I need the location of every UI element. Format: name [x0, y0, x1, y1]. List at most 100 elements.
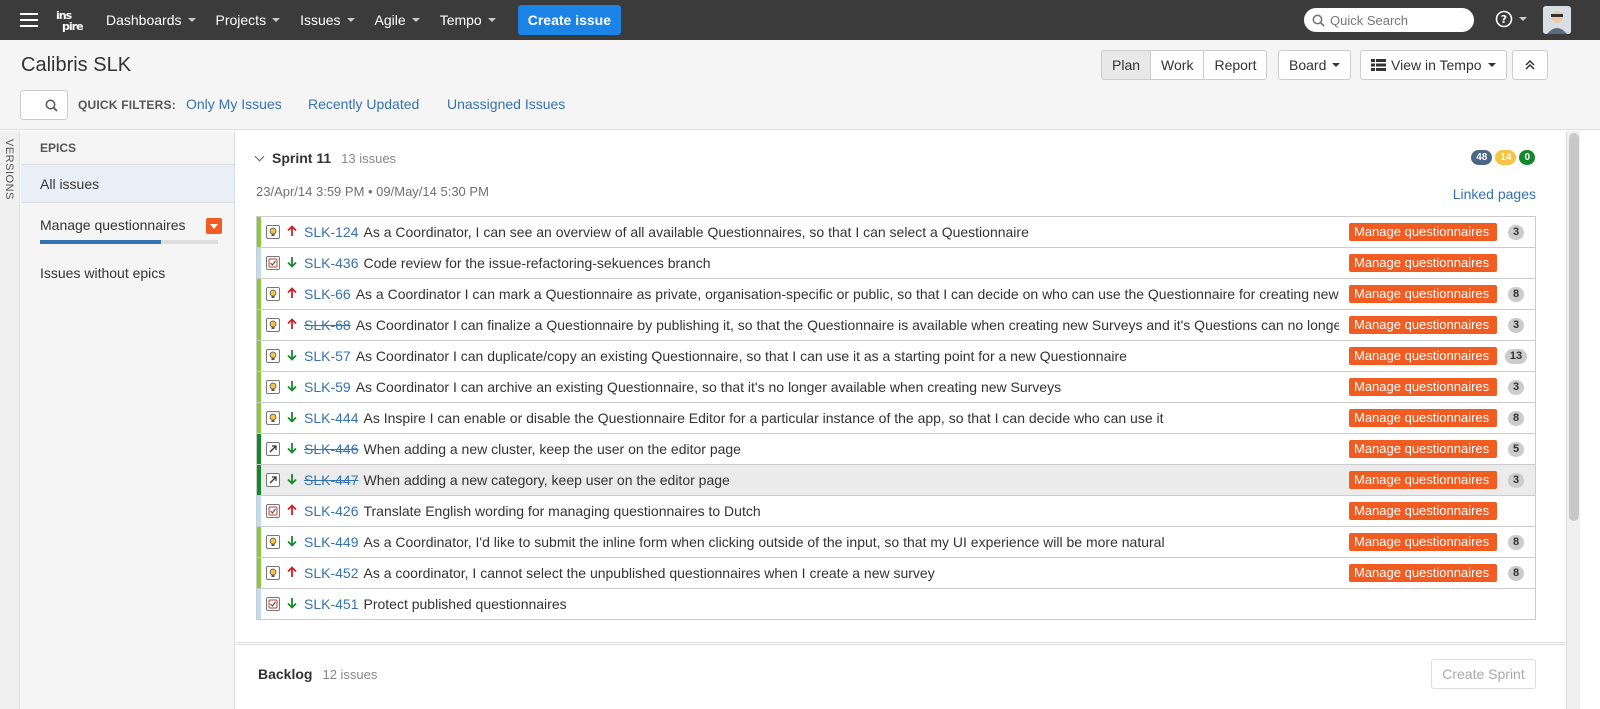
quick-search-input[interactable] [1330, 12, 1465, 28]
issue-type-color-bar[interactable] [257, 279, 261, 309]
issue-key-link[interactable]: SLK-124 [304, 224, 358, 240]
plan-mode-button[interactable]: Plan [1102, 51, 1151, 79]
issue-row[interactable]: SLK-446 When adding a new cluster, keep t… [257, 434, 1535, 465]
issue-key-link[interactable]: SLK-444 [304, 410, 358, 426]
issue-type-color-bar[interactable] [257, 434, 261, 464]
report-mode-button[interactable]: Report [1203, 51, 1266, 79]
collapse-button-inner[interactable] [1513, 51, 1547, 79]
in-progress-estimate-badge: 14 [1495, 150, 1517, 165]
issue-key-link[interactable]: SLK-68 [304, 317, 351, 333]
issue-row[interactable]: SLK-59 As Coordinator I can archive an ex… [257, 372, 1535, 403]
issue-row[interactable]: SLK-66 As a Coordinator I can mark a Ques… [257, 279, 1535, 310]
issue-key-link[interactable]: SLK-57 [304, 348, 351, 364]
epic-filter-issues-without-epics[interactable]: Issues without epics [21, 253, 234, 293]
issue-row[interactable]: SLK-447 When adding a new category, keep … [257, 465, 1535, 496]
epic-lozenge[interactable]: Manage questionnaires [1349, 316, 1497, 334]
collapse-chevron-icon[interactable] [254, 151, 265, 161]
linked-pages-link[interactable]: Linked pages [1453, 186, 1536, 202]
issue-type-color-bar[interactable] [257, 496, 261, 526]
issue-key-link[interactable]: SLK-446 [304, 441, 358, 457]
issue-type-color-bar[interactable] [257, 465, 261, 495]
issue-type-color-bar[interactable] [257, 217, 261, 247]
nav-dashboards-menu[interactable]: Dashboards [106, 12, 196, 28]
epic-lozenge[interactable]: Manage questionnaires [1349, 378, 1497, 396]
story-icon [266, 225, 280, 239]
view-in-tempo-button[interactable]: View in Tempo [1361, 51, 1506, 79]
epic-lozenge[interactable]: Manage questionnaires [1349, 440, 1497, 458]
issue-type-color-bar[interactable] [257, 341, 261, 371]
backlog-header: Backlog 12 issues [258, 666, 377, 682]
issue-row[interactable]: SLK-68 As Coordinator I can finalize a Qu… [257, 310, 1535, 341]
issue-row[interactable]: SLK-449 As a Coordinator, I'd like to sub… [257, 527, 1535, 558]
create-issue-button[interactable]: Create issue [517, 5, 621, 35]
divider [236, 642, 1566, 643]
chevron-down-icon [1487, 63, 1496, 67]
epic-lozenge[interactable]: Manage questionnaires [1349, 223, 1497, 241]
quick-filter-recently-updated[interactable]: Recently Updated [308, 96, 419, 112]
issue-key-link[interactable]: SLK-452 [304, 565, 358, 581]
create-sprint-button[interactable]: Create Sprint [1431, 659, 1536, 689]
view-in-tempo-dropdown[interactable]: View in Tempo [1360, 50, 1507, 80]
epic-filter-all-issues[interactable]: All issues [21, 165, 234, 203]
issue-row[interactable]: SLK-452 As a coordinator, I cannot select… [257, 558, 1535, 589]
priority-high-icon [286, 565, 298, 581]
work-mode-button[interactable]: Work [1150, 51, 1203, 79]
nav-issues-menu[interactable]: Issues [300, 12, 355, 28]
nav-agile-menu[interactable]: Agile [375, 12, 420, 28]
issue-key-link[interactable]: SLK-59 [304, 379, 351, 395]
issue-row[interactable]: SLK-426 Translate English wording for man… [257, 496, 1535, 527]
issue-key-link[interactable]: SLK-436 [304, 255, 358, 271]
estimate-cell: 3 [1503, 379, 1529, 395]
epic-lozenge[interactable]: Manage questionnaires [1349, 564, 1497, 582]
issue-type-color-bar[interactable] [257, 589, 261, 619]
nav-projects-menu[interactable]: Projects [216, 12, 281, 28]
task-icon [266, 597, 280, 611]
epic-menu-button[interactable] [206, 218, 222, 234]
epic-lozenge[interactable]: Manage questionnaires [1349, 471, 1497, 489]
issue-type-color-bar[interactable] [257, 310, 261, 340]
epic-lozenge[interactable]: Manage questionnaires [1349, 409, 1497, 427]
epic-lozenge[interactable]: Manage questionnaires [1349, 347, 1497, 365]
app-switcher-menu-icon[interactable] [20, 13, 38, 27]
issue-key-link[interactable]: SLK-426 [304, 503, 358, 519]
estimate-cell: 8 [1503, 410, 1529, 426]
versions-panel-toggle[interactable]: VERSIONS [0, 131, 20, 709]
epic-lozenge[interactable]: Manage questionnaires [1349, 254, 1497, 272]
help-menu[interactable]: ? [1495, 10, 1527, 28]
epic-manage-questionnaires[interactable]: Manage questionnaires [21, 203, 234, 253]
story-icon [266, 318, 280, 332]
issue-key-link[interactable]: SLK-449 [304, 534, 358, 550]
inspire-logo[interactable]: ins pire [56, 6, 86, 34]
issue-row[interactable]: SLK-444 As Inspire I can enable or disabl… [257, 403, 1535, 434]
epic-lozenge[interactable]: Manage questionnaires [1349, 533, 1497, 551]
epic-lozenge[interactable]: Manage questionnaires [1349, 285, 1497, 303]
story-points-badge: 8 [1507, 565, 1525, 581]
svg-text:?: ? [1501, 13, 1507, 26]
issue-key-link[interactable]: SLK-66 [304, 286, 351, 302]
issue-row[interactable]: SLK-57 As Coordinator I can duplicate/cop… [257, 341, 1535, 372]
user-avatar[interactable] [1543, 6, 1571, 34]
issue-type-color-bar[interactable] [257, 372, 261, 402]
sprint-name[interactable]: Sprint 11 [272, 150, 331, 166]
scrollbar-thumb[interactable] [1569, 133, 1579, 521]
collapse-header-button[interactable] [1512, 50, 1548, 80]
issue-search-field[interactable] [20, 90, 68, 120]
search-icon [1312, 14, 1325, 27]
quick-filter-only-my-issues[interactable]: Only My Issues [186, 96, 282, 112]
vertical-scrollbar[interactable] [1566, 131, 1580, 709]
issue-type-color-bar[interactable] [257, 558, 261, 588]
issue-key-link[interactable]: SLK-447 [304, 472, 358, 488]
issue-type-color-bar[interactable] [257, 248, 261, 278]
issue-row[interactable]: SLK-436 Code review for the issue-refacto… [257, 248, 1535, 279]
issue-key-link[interactable]: SLK-451 [304, 596, 358, 612]
board-dropdown[interactable]: Board [1278, 50, 1352, 80]
issue-type-color-bar[interactable] [257, 403, 261, 433]
epic-lozenge[interactable]: Manage questionnaires [1349, 502, 1497, 520]
nav-tempo-menu[interactable]: Tempo [440, 12, 496, 28]
quick-filters-label: QUICK FILTERS: [78, 98, 176, 112]
issue-row[interactable]: SLK-451 Protect published questionnaires [257, 589, 1535, 620]
issue-type-color-bar[interactable] [257, 527, 261, 557]
quick-filter-unassigned-issues[interactable]: Unassigned Issues [447, 96, 565, 112]
board-menu-button[interactable]: Board [1279, 51, 1350, 79]
issue-row[interactable]: SLK-124 As a Coordinator, I can see an ov… [257, 217, 1535, 248]
